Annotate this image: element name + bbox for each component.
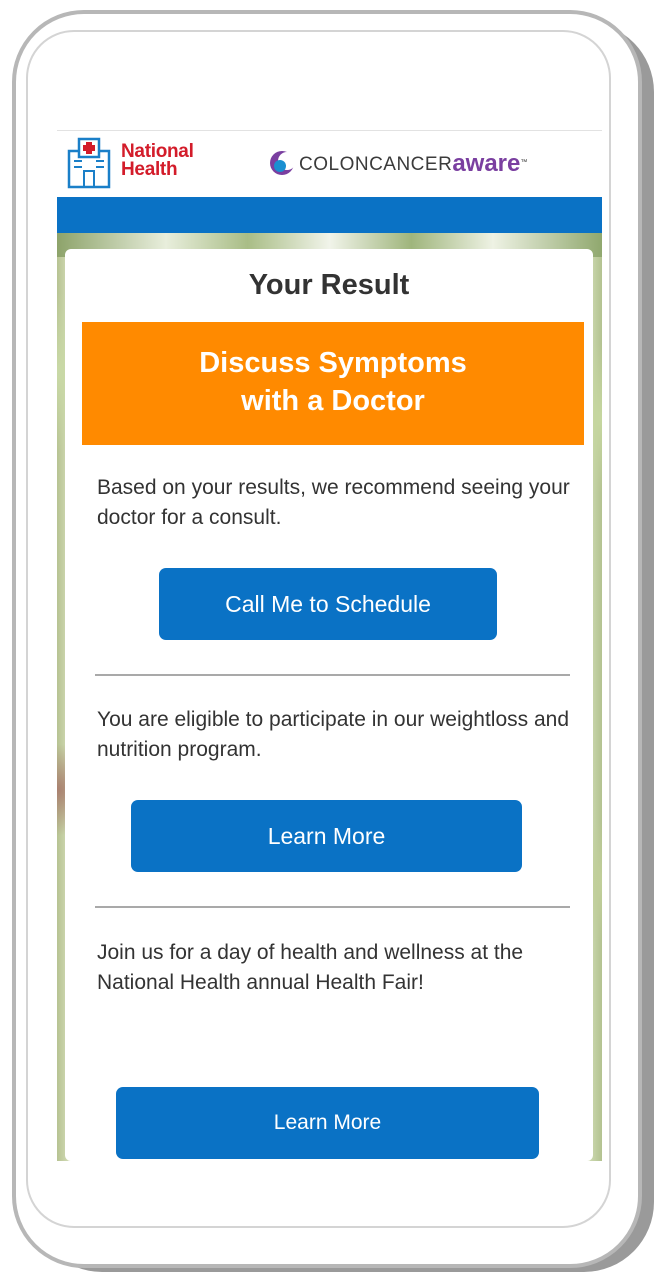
banner-line2: with a Doctor [241, 385, 425, 417]
app-screen: National Health COLONCANCERaware™ Your R… [57, 130, 602, 1161]
result-banner: Discuss Symptoms with a Doctor [82, 322, 584, 445]
hospital-icon [67, 137, 111, 189]
learn-more-program-button[interactable]: Learn More [131, 800, 522, 872]
learn-more-health-fair-button[interactable]: Learn More [116, 1087, 539, 1159]
health-fair-text: Join us for a day of health and wellness… [97, 941, 524, 994]
recommendation-text: Based on your results, we recommend seei… [97, 476, 570, 529]
cca-prefix: COLONCANCER [299, 154, 453, 175]
colon-cancer-aware-wordmark: COLONCANCERaware™ [299, 150, 528, 177]
section-divider [95, 674, 570, 676]
header-blue-strip [57, 197, 602, 233]
national-health-logo[interactable]: National Health [67, 137, 217, 189]
section-divider [95, 906, 570, 908]
crescent-logo-icon [270, 151, 295, 175]
call-me-to-schedule-button[interactable]: Call Me to Schedule [159, 568, 497, 640]
cca-suffix: aware [452, 150, 521, 177]
brand-header: National Health COLONCANCERaware™ [57, 131, 602, 195]
result-title: Your Result [248, 269, 410, 301]
national-health-line2: Health [121, 159, 178, 180]
program-eligibility-text: You are eligible to participate in our w… [97, 708, 570, 761]
banner-line1: Discuss Symptoms [199, 347, 467, 379]
national-health-wordmark: National Health [121, 142, 194, 180]
result-card: Your Result Discuss Symptoms with a Doct… [65, 249, 593, 1161]
cca-trademark: ™ [520, 159, 528, 166]
